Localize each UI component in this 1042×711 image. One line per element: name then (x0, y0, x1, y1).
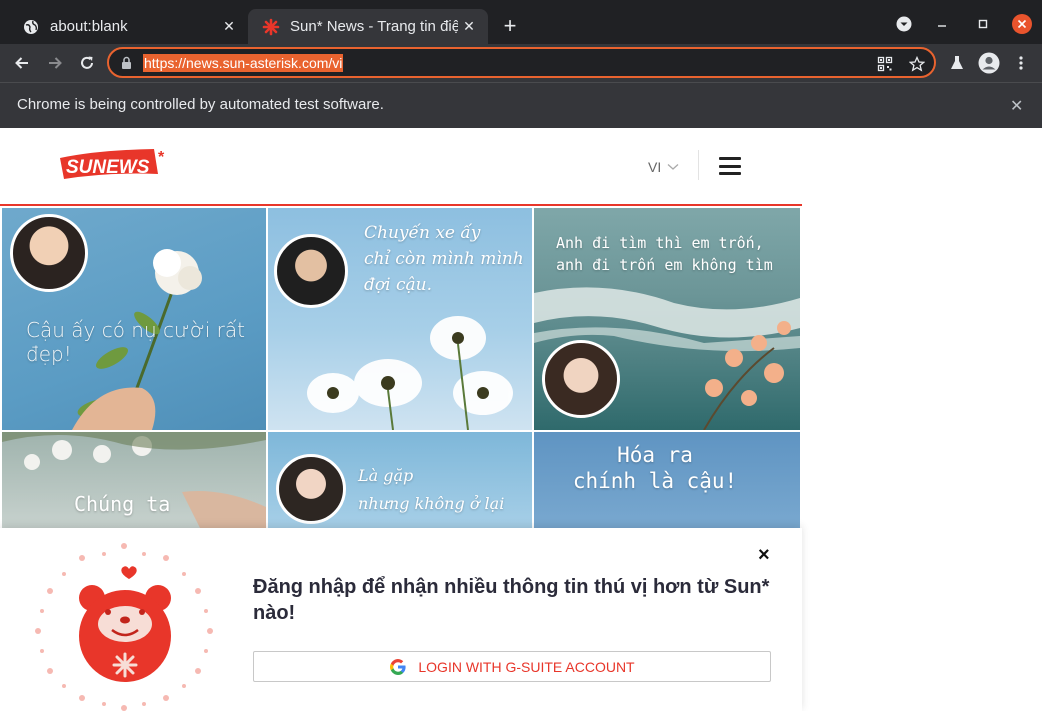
gsuite-login-button[interactable]: LOGIN WITH G-SUITE ACCOUNT (253, 651, 771, 682)
tab-about-blank[interactable]: about:blank ✕ (8, 9, 248, 44)
hamburger-menu-icon[interactable] (719, 157, 741, 175)
author-avatar (276, 454, 346, 524)
automation-infobar: Chrome is being controlled by automated … (0, 82, 1042, 128)
author-avatar (10, 214, 88, 292)
experiments-flask-icon[interactable] (944, 50, 970, 76)
tile-caption: Là gặp nhưng không ở lại (358, 466, 505, 513)
login-popup: × Đăng nhập để nhận nhiều thông tin thú … (0, 528, 802, 711)
bookmark-star-icon[interactable] (908, 55, 926, 73)
tab-title: about:blank (50, 18, 128, 35)
browser-toolbar: https://news.sun-asterisk.com/vi (0, 44, 1042, 82)
tab-title: Sun* News - Trang tin điệ (290, 18, 458, 35)
infobar-message: Chrome is being controlled by automated … (17, 96, 384, 113)
page-viewport: SUNEWS * VI Cậu ấy có nụ cười rất đẹp! C… (0, 128, 1042, 711)
author-avatar (542, 340, 620, 418)
article-tile[interactable]: Cậu ấy có nụ cười rất đẹp! (2, 208, 266, 430)
reload-icon[interactable] (74, 50, 100, 76)
sun-mascot-illustration (26, 536, 222, 711)
article-tile[interactable]: Là gặp nhưng không ở lại (268, 432, 532, 528)
google-g-icon (390, 658, 406, 675)
tile-caption: Cậu ấy có nụ cười rất đẹp! (26, 318, 245, 366)
logo-asterisk: * (158, 149, 165, 166)
tile-caption: Chuyến xe ấy chỉ còn mình mình đợi cậu. (364, 223, 524, 295)
tab-close-icon[interactable]: ✕ (218, 16, 240, 38)
window-close-icon[interactable] (1011, 13, 1033, 35)
article-tile[interactable]: Hóa ra chính là cậu! (534, 432, 800, 528)
language-selector[interactable]: VI (648, 159, 679, 175)
kebab-menu-icon[interactable] (1008, 50, 1034, 76)
tile-caption: Chúng ta (74, 492, 171, 516)
new-tab-plus-icon[interactable]: + (498, 13, 522, 38)
article-tile[interactable]: Anh đi tìm thì em trốn, anh đi trốn em k… (534, 208, 800, 430)
tab-search-dropdown-icon[interactable] (893, 13, 915, 35)
sunews-logo[interactable]: SUNEWS * (58, 146, 174, 186)
forward-arrow-icon[interactable] (42, 50, 68, 76)
tab-sun-news[interactable]: Sun* News - Trang tin điệ ✕ (248, 9, 488, 44)
globe-icon (22, 18, 40, 36)
lock-icon[interactable] (121, 56, 132, 75)
browser-tabstrip: about:blank ✕ Sun* News - Trang tin điệ … (0, 0, 1042, 44)
profile-avatar-icon[interactable] (976, 50, 1002, 76)
address-bar[interactable]: https://news.sun-asterisk.com/vi (107, 47, 936, 78)
featured-image-grid: Cậu ấy có nụ cười rất đẹp! Chuyến xe ấy … (2, 208, 800, 528)
sun-asterisk-icon (262, 18, 280, 36)
author-avatar (274, 234, 348, 308)
back-arrow-icon[interactable] (9, 50, 35, 76)
tab-close-icon[interactable]: ✕ (458, 16, 480, 38)
logo-wordmark: SUNEWS (66, 157, 150, 178)
article-tile[interactable]: Chúng ta (2, 432, 266, 528)
article-tile[interactable]: Chuyến xe ấy chỉ còn mình mình đợi cậu. (268, 208, 532, 430)
popup-close-icon[interactable]: × (758, 544, 770, 567)
tile-caption: Hóa ra chính là cậu! (572, 443, 738, 493)
tile-caption: Anh đi tìm thì em trốn, anh đi trốn em k… (556, 234, 773, 274)
infobar-close-icon[interactable]: ✕ (1010, 96, 1023, 116)
chevron-down-icon (667, 164, 679, 170)
url-text[interactable]: https://news.sun-asterisk.com/vi (143, 54, 344, 72)
site-header: SUNEWS * VI (0, 128, 802, 206)
header-divider (698, 150, 699, 180)
qr-code-icon[interactable] (876, 55, 894, 73)
language-label: VI (648, 159, 662, 175)
popup-title: Đăng nhập để nhận nhiều thông tin thú vị… (253, 576, 770, 624)
maximize-icon[interactable] (972, 13, 994, 35)
minimize-icon[interactable] (931, 13, 953, 35)
login-button-label: LOGIN WITH G-SUITE ACCOUNT (418, 658, 635, 675)
